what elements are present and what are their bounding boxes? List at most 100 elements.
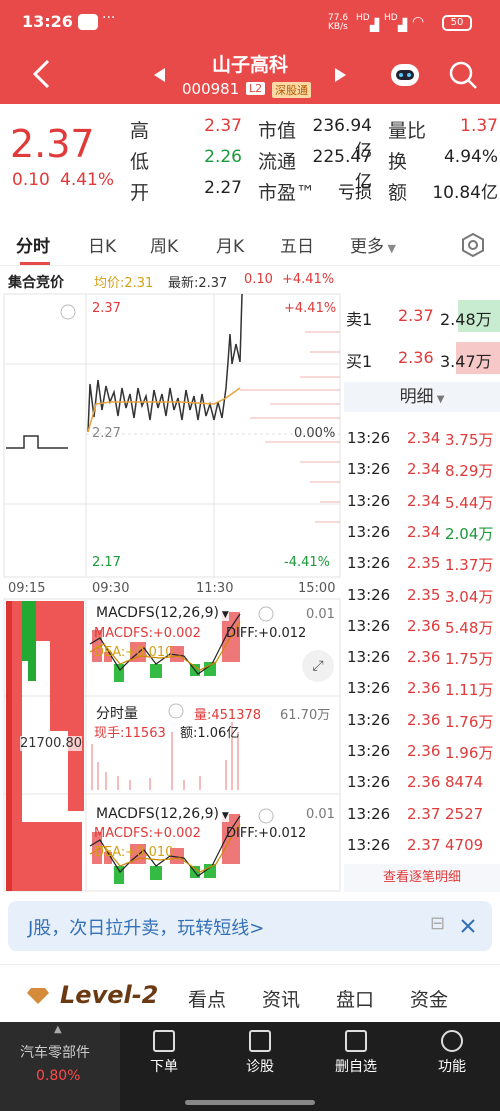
time-0930: 09:30 [92, 581, 130, 596]
trade-row: 13:26 2.36 1.75万 [345, 642, 500, 673]
trade-row: 13:26 2.36 1.76万 [345, 705, 500, 736]
price-change-pct: 4.41% [60, 170, 115, 190]
buy1-label: 买1 [346, 352, 373, 371]
quote-panel: 2.37 0.10 4.41% 高 2.37 市值 236.94亿 量比 1.37 低 2.2… [0, 104, 500, 216]
status-time: 13:26 [22, 12, 73, 31]
stock-name: 山子高科 [211, 54, 288, 76]
macd-title[interactable]: MACDFS(12,26,9) ▼ [96, 605, 229, 621]
macd-value: MACDFS:+0.002 [94, 626, 201, 641]
trade-row: 13:26 2.34 5.44万 [345, 486, 500, 517]
trade-time: 13:26 [347, 616, 391, 635]
dea2-value: DEA:+0.010 [94, 845, 174, 860]
tab-daily[interactable]: 日K [88, 232, 116, 257]
functions-icon [441, 1030, 463, 1052]
trade-row: 13:26 2.34 3.75万 [345, 423, 500, 454]
order-icon [153, 1030, 175, 1052]
trade-time: 13:26 [347, 585, 391, 604]
trade-price: 2.36 [407, 742, 441, 760]
detail-chevron-icon: ▼ [433, 394, 445, 405]
quote-value-high: 2.37 [204, 116, 242, 136]
macd2-title[interactable]: MACDFS(12,26,9) ▼ [96, 806, 229, 822]
trade-volume: 1.96万 [445, 744, 494, 762]
y-mid-label: 2.27 [92, 426, 121, 441]
macd2-value: MACDFS:+0.002 [94, 826, 201, 841]
close-icon[interactable] [460, 918, 476, 934]
macd-help-icon[interactable] [258, 606, 274, 622]
back-icon[interactable] [30, 58, 54, 90]
trade-volume: 5.48万 [445, 618, 494, 637]
robot-assistant-icon[interactable] [388, 58, 422, 90]
signal-icon-1: ▟ [370, 18, 380, 32]
nav-diagnose[interactable]: 诊股 [220, 1030, 300, 1076]
tab-news[interactable]: 资讯 [262, 985, 300, 1012]
sector-up-icon: ▲ [54, 1024, 62, 1035]
current-price: 2.37 [10, 122, 95, 166]
trade-row: 13:26 2.37 4709 [345, 830, 500, 861]
nav-order-label: 下单 [150, 1059, 178, 1075]
y-top-label: 2.37 [92, 301, 121, 316]
macd2-help-icon[interactable] [258, 808, 274, 824]
trade-price: 2.37 [407, 835, 441, 854]
tab-level2[interactable]: Level-2 [60, 981, 158, 1009]
tab-monthly[interactable]: 月K [216, 232, 244, 257]
detail-label: 明细 [399, 387, 434, 407]
quote-label-open: 开 [130, 182, 150, 204]
signal-hd-1: HD [356, 13, 370, 23]
nav-functions[interactable]: 功能 [412, 1030, 492, 1076]
trade-price: 2.36 [407, 710, 441, 729]
intraday-chart[interactable] [0, 292, 342, 892]
bottom-nav: ▲ 汽车零部件 0.80% 下单 诊股 删自选 功能 [0, 1022, 500, 1111]
sector-cell[interactable]: ▲ 汽车零部件 0.80% [0, 1022, 120, 1111]
tab-more[interactable]: 更多 ▼ [350, 232, 396, 257]
detail-dropdown[interactable]: 明细 ▼ [344, 382, 500, 412]
trade-volume: 3.04万 [445, 587, 494, 606]
promo-banner[interactable]: J股，次日拉升卖，玩转短线> ⊟ [8, 901, 492, 951]
trade-volume: 1.11万 [445, 681, 494, 700]
macd2-title-text: MACDFS(12,26,9) [96, 806, 220, 822]
sell1-price: 2.37 [398, 306, 434, 325]
nav-remove-watch-label: 删自选 [335, 1059, 377, 1075]
sell1-row[interactable]: 卖1 2.37 2.48万 [344, 300, 500, 332]
sector-pct: 0.80% [36, 1068, 81, 1084]
promo-text: J股，次日拉升卖，玩转短线> [28, 918, 265, 939]
macd2-scale: 0.01 [306, 807, 335, 822]
trade-time: 13:26 [347, 522, 391, 541]
tab-weekly[interactable]: 周K [150, 232, 178, 257]
trade-price: 2.34 [407, 460, 441, 479]
nav-order[interactable]: 下单 [124, 1030, 204, 1076]
chart-change-pct: +4.41% [282, 272, 335, 287]
view-all-trades-link[interactable]: 查看逐笔明细 [344, 864, 500, 892]
vol-scale: 61.70万 [280, 708, 331, 723]
settings-hex-icon[interactable] [460, 232, 486, 258]
trade-row: 13:26 2.36 1.11万 [345, 673, 500, 704]
sell1-label: 卖1 [346, 310, 373, 329]
vol-help-icon[interactable] [168, 703, 184, 719]
tab-highlights[interactable]: 看点 [188, 985, 226, 1012]
trade-row: 13:26 2.37 2527 [345, 799, 500, 830]
trade-volume: 4709 [445, 835, 484, 854]
tab-orderbook[interactable]: 盘口 [336, 985, 374, 1012]
search-icon[interactable] [448, 60, 478, 90]
diff-value: DIFF:+0.012 [226, 626, 307, 641]
tab-five-day[interactable]: 五日 [280, 232, 314, 257]
nav-remove-watch[interactable]: 删自选 [316, 1030, 396, 1076]
help-icon[interactable] [60, 304, 76, 320]
trade-price: 2.34 [407, 429, 441, 447]
trade-time: 13:26 [347, 710, 391, 729]
wechat-icon [78, 14, 98, 30]
trade-row: 13:26 2.35 1.37万 [345, 548, 500, 579]
chart-change: 0.10 [244, 272, 273, 287]
quote-value3-1: 4.94% [443, 147, 498, 167]
tab-intraday[interactable]: 分时 [16, 232, 50, 257]
trade-price: 2.36 [407, 616, 441, 635]
quote-label3-1: 换 [388, 151, 408, 173]
pct-top-label: +4.41% [284, 301, 337, 316]
quote-value3-0: 1.37 [460, 116, 498, 136]
tab-funds[interactable]: 资金 [410, 985, 448, 1012]
fullscreen-icon[interactable]: ⤢ [302, 650, 334, 682]
prev-stock-icon[interactable] [154, 68, 166, 82]
next-stock-icon[interactable] [334, 68, 346, 82]
quote-value-low: 2.26 [204, 147, 242, 167]
nav-functions-label: 功能 [438, 1059, 466, 1075]
buy1-row[interactable]: 买1 2.36 3.47万 [344, 342, 500, 374]
